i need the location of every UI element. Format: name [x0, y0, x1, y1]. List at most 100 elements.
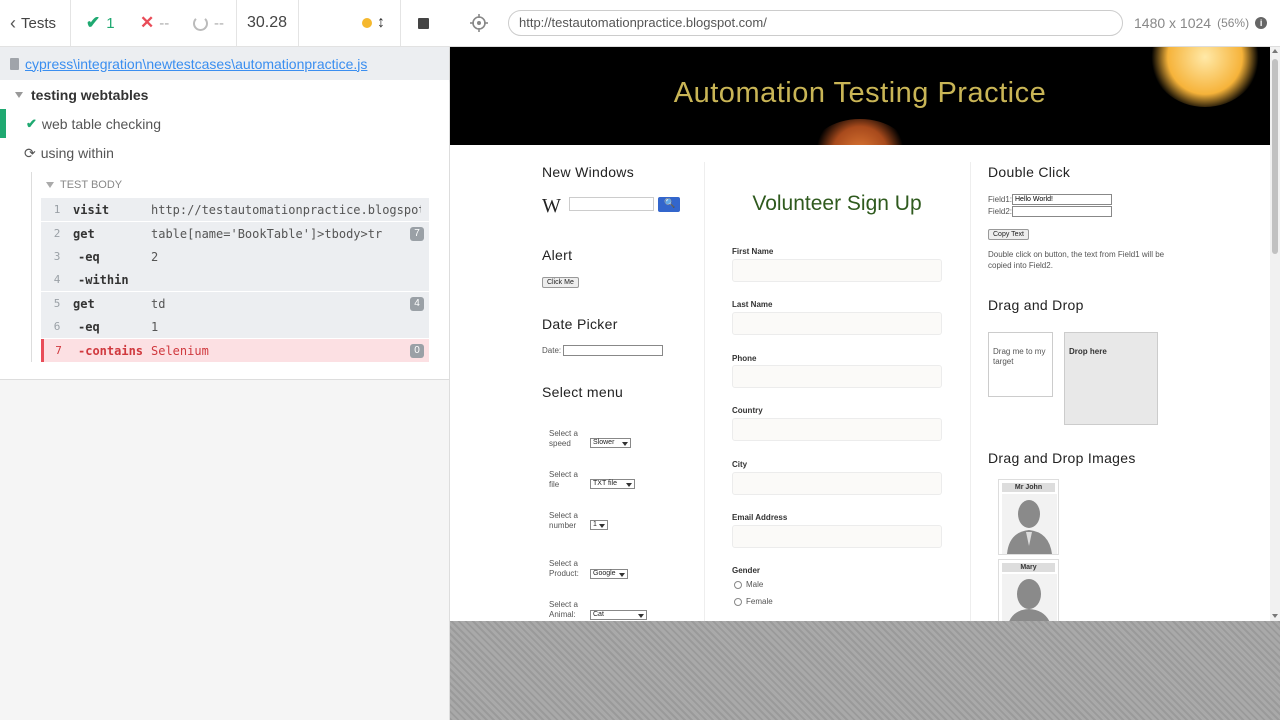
command-row[interactable]: 1 visit http://testautomationpractice.bl… [41, 198, 429, 221]
stop-icon [418, 17, 429, 29]
aut-header: http://testautomationpractice.blogspot.c… [450, 0, 1280, 47]
test-row-running[interactable]: ⟳ using within [24, 144, 114, 162]
command-message: table[name='BookTable']>tbody>tr [151, 226, 383, 241]
spec-path-link[interactable]: cypress\integration\newtestcases\automat… [25, 56, 367, 72]
aut-scrollbar[interactable] [1270, 47, 1280, 621]
failed-stat: ✕ -- [140, 0, 169, 46]
scroll-up-icon[interactable] [1272, 49, 1278, 53]
mr-john-caption: Mr John [1002, 483, 1055, 492]
command-message: td [151, 296, 166, 311]
stop-button[interactable] [418, 0, 429, 46]
command-row[interactable]: 2 get table[name='BookTable']>tbody>tr 7 [41, 222, 429, 245]
drag-drop-heading: Drag and Drop [988, 297, 1084, 313]
command-message: http://testautomationpractice.blogspot.c… [151, 202, 421, 217]
suite-row[interactable]: testing webtables [15, 86, 148, 104]
test-title: web table checking [41, 116, 161, 132]
tests-back-button[interactable]: ‹ Tests [10, 0, 56, 46]
drag-me-text: Drag me to my [993, 347, 1046, 356]
animal-select[interactable]: Cat [590, 610, 647, 620]
command-number: 3 [53, 250, 61, 263]
male-radio[interactable] [734, 581, 742, 589]
country-label: Country [732, 406, 763, 415]
test-row-passed[interactable]: ✔ web table checking [26, 115, 161, 133]
command-name: -contains [78, 343, 144, 358]
first-name-label: First Name [732, 247, 774, 256]
crosshair-icon [470, 14, 488, 32]
scroll-down-icon[interactable] [1272, 614, 1278, 618]
alert-heading: Alert [542, 247, 573, 263]
command-row[interactable]: 5 get td 4 [41, 292, 429, 315]
phone-label: Phone [732, 354, 757, 363]
command-message: 1 [151, 319, 159, 334]
info-icon[interactable]: i [1255, 17, 1268, 29]
scrollbar-thumb[interactable] [1272, 59, 1278, 254]
command-name: get [73, 296, 95, 311]
wiki-search-input[interactable] [569, 197, 654, 211]
running-dot-icon [362, 18, 372, 28]
running-indicator: ↕ [362, 0, 385, 46]
last-name-label: Last Name [732, 300, 773, 309]
command-row[interactable]: 3 -eq 2 [41, 245, 429, 268]
first-name-input[interactable] [732, 259, 942, 282]
copy-text-button[interactable]: Copy Text [988, 229, 1029, 240]
gender-label: Gender [732, 566, 761, 575]
duration: 30.28 [247, 14, 288, 31]
chevron-left-icon: ‹ [10, 12, 16, 33]
command-name: -eq [78, 319, 100, 334]
phone-input[interactable] [732, 365, 942, 388]
url-bar[interactable]: http://testautomationpractice.blogspot.c… [508, 10, 1123, 36]
command-name: -within [78, 272, 129, 287]
wiki-search-button[interactable]: 🔍 [658, 197, 680, 212]
volunteer-title: Volunteer Sign Up [752, 192, 922, 215]
field2-input[interactable] [1012, 206, 1112, 217]
check-icon: ✔ [26, 116, 37, 131]
field1-input[interactable]: Hello World! [1012, 194, 1112, 205]
command-message: 2 [151, 249, 159, 264]
command-number: 2 [53, 227, 61, 240]
draggable-box[interactable]: Drag me to my target [988, 332, 1053, 397]
file-icon [10, 57, 19, 70]
passed-stat: ✔ 1 [86, 0, 115, 46]
double-click-heading: Double Click [988, 164, 1071, 180]
aut-empty-area [450, 621, 1280, 720]
droppable-box[interactable]: Drop here [1064, 332, 1158, 425]
command-row[interactable]: 6 -eq 1 [41, 315, 429, 338]
command-name: get [73, 226, 95, 241]
speed-select[interactable]: Slower [590, 438, 631, 448]
last-name-input[interactable] [732, 312, 942, 335]
cypress-reporter: ‹ Tests ✔ 1 ✕ -- -- 30.28 ↕ cypress\inte… [0, 0, 450, 720]
click-me-button[interactable]: Click Me [542, 277, 579, 288]
gallery-item-mr-john[interactable]: Mr John [998, 479, 1059, 555]
viewport-scale: (56%) [1217, 16, 1250, 30]
command-row[interactable]: 4 -within [41, 268, 429, 291]
test-body-header[interactable]: TEST BODY [46, 178, 122, 192]
command-row-failed[interactable]: 7 -contains Selenium 0 [41, 339, 429, 362]
selector-playground-button[interactable] [470, 14, 488, 32]
drop-here-text: Drop here [1069, 347, 1107, 356]
command-message: Selenium [151, 343, 209, 358]
element-count-badge: 7 [410, 227, 424, 241]
new-windows-heading: New Windows [542, 164, 634, 180]
refresh-icon: ⟳ [24, 144, 36, 161]
select-label: Select a file [549, 470, 578, 489]
number-select[interactable]: 1 [590, 520, 608, 530]
email-input[interactable] [732, 525, 942, 548]
gallery-item-mary[interactable]: Mary [998, 559, 1059, 621]
field1-label: Field1: [988, 195, 1013, 204]
element-count-badge: 0 [410, 344, 424, 358]
site-title: Automation Testing Practice [673, 77, 1047, 109]
pending-stat: -- [193, 0, 224, 46]
female-radio[interactable] [734, 598, 742, 606]
email-label: Email Address [732, 513, 788, 522]
stats-bar: ‹ Tests ✔ 1 ✕ -- -- 30.28 ↕ [0, 0, 450, 47]
city-input[interactable] [732, 472, 942, 495]
autoscroll-toggle-icon[interactable]: ↕ [377, 14, 385, 32]
datepicker-input[interactable] [563, 345, 663, 356]
spec-file-bar: cypress\integration\newtestcases\automat… [0, 47, 449, 80]
female-label: Female [746, 597, 773, 606]
drag-me-target-text: target [993, 357, 1014, 366]
product-select[interactable]: Google [590, 569, 628, 579]
file-select[interactable]: TXT file [590, 479, 635, 489]
country-input[interactable] [732, 418, 942, 441]
person-silhouette-icon [1002, 574, 1057, 621]
